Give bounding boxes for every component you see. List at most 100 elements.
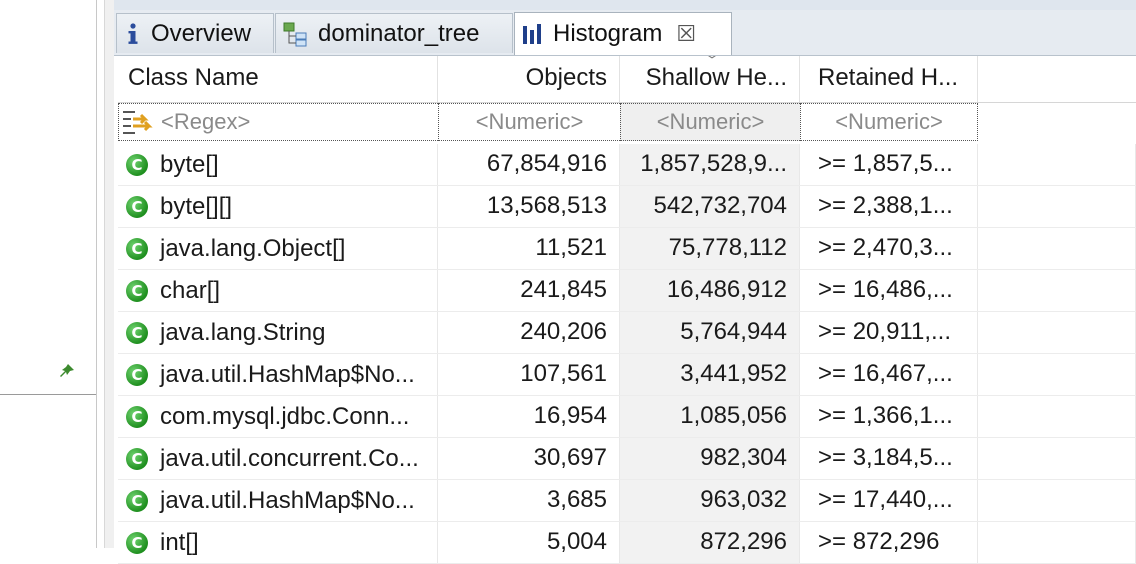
retained-heap-cell: >= 1,857,5... <box>800 144 978 185</box>
tab-label: Histogram <box>553 20 663 47</box>
close-icon[interactable]: ☒ <box>676 21 696 47</box>
tree-icon <box>282 21 310 47</box>
retained-heap-cell: >= 2,470,3... <box>800 228 978 269</box>
class-name: byte[][] <box>160 192 233 220</box>
column-header-class-name[interactable]: Class Name <box>118 56 438 102</box>
class-icon: C <box>126 279 148 302</box>
class-name-cell: Cjava.lang.String <box>118 312 438 353</box>
filler-cell <box>978 480 1136 521</box>
table-row[interactable]: Cjava.util.HashMap$No... 3,685 963,032 >… <box>118 480 1136 522</box>
class-name: com.mysql.jdbc.Conn... <box>160 402 410 430</box>
table-row[interactable]: Cjava.util.concurrent.Co... 30,697 982,3… <box>118 438 1136 480</box>
retained-heap-cell: >= 2,388,1... <box>800 186 978 227</box>
filter-filler <box>978 103 1136 141</box>
filler-cell <box>978 270 1136 311</box>
objects-cell: 11,521 <box>438 228 620 269</box>
filler-cell <box>978 438 1136 479</box>
retained-heap-cell: >= 16,467,... <box>800 354 978 395</box>
regex-filter-input[interactable]: <Regex> <box>161 104 250 140</box>
tab-overview[interactable]: Overview <box>116 13 274 53</box>
class-name-cell: Cbyte[][] <box>118 186 438 227</box>
filler-cell <box>978 312 1136 353</box>
objects-cell: 5,004 <box>438 522 620 563</box>
class-icon: C <box>126 531 148 554</box>
table-row[interactable]: Cbyte[] 67,854,916 1,857,528,9... >= 1,8… <box>118 144 1136 186</box>
class-icon: C <box>126 237 148 260</box>
objects-filter-input[interactable]: <Numeric> <box>438 103 620 141</box>
objects-cell: 67,854,916 <box>438 144 620 185</box>
retained-heap-cell: >= 20,911,... <box>800 312 978 353</box>
objects-cell: 13,568,513 <box>438 186 620 227</box>
shallow-heap-cell: 963,032 <box>620 480 800 521</box>
column-header-retained-heap[interactable]: Retained H... <box>800 56 978 102</box>
regex-filter-cell[interactable]: <Regex> <box>118 103 438 141</box>
class-name-cell: Cjava.util.HashMap$No... <box>118 354 438 395</box>
class-name-cell: Cjava.lang.Object[] <box>118 228 438 269</box>
table-row[interactable]: Cbyte[][] 13,568,513 542,732,704 >= 2,38… <box>118 186 1136 228</box>
table-row[interactable]: Cjava.util.HashMap$No... 107,561 3,441,9… <box>118 354 1136 396</box>
table-body: Cbyte[] 67,854,916 1,857,528,9... >= 1,8… <box>118 144 1136 564</box>
tab-dominator-tree[interactable]: dominator_tree <box>275 13 513 53</box>
filter-icon <box>123 111 153 134</box>
shallow-heap-cell: 75,778,112 <box>620 228 800 269</box>
objects-cell: 107,561 <box>438 354 620 395</box>
class-name-cell: Ccom.mysql.jdbc.Conn... <box>118 396 438 437</box>
class-icon: C <box>126 321 148 344</box>
class-icon: C <box>126 363 148 386</box>
class-icon: C <box>126 195 148 218</box>
class-name-cell: Cint[] <box>118 522 438 563</box>
table-row[interactable]: Cchar[] 241,845 16,486,912 >= 16,486,... <box>118 270 1136 312</box>
class-name: java.util.concurrent.Co... <box>160 444 419 472</box>
histogram-icon <box>521 22 545 46</box>
objects-cell: 240,206 <box>438 312 620 353</box>
filler-cell <box>978 354 1136 395</box>
pin-icon[interactable] <box>58 362 76 380</box>
shallow-heap-cell: 1,085,056 <box>620 396 800 437</box>
class-name: java.util.HashMap$No... <box>160 360 415 388</box>
table-row[interactable]: Cjava.lang.Object[] 11,521 75,778,112 >=… <box>118 228 1136 270</box>
filter-row: <Regex> <Numeric> <Numeric> <Numeric> <box>118 103 1136 143</box>
histogram-table: Class Name Objects ﹀ Shallow He... Retai… <box>118 56 1136 564</box>
shallow-heap-cell: 16,486,912 <box>620 270 800 311</box>
filler-cell <box>978 228 1136 269</box>
table-row[interactable]: Cint[] 5,004 872,296 >= 872,296 <box>118 522 1136 564</box>
filler-cell <box>978 396 1136 437</box>
class-name-cell: Cjava.util.HashMap$No... <box>118 480 438 521</box>
shallow-heap-cell: 5,764,944 <box>620 312 800 353</box>
retained-heap-cell: >= 17,440,... <box>800 480 978 521</box>
table-row[interactable]: Ccom.mysql.jdbc.Conn... 16,954 1,085,056… <box>118 396 1136 438</box>
column-header-filler <box>978 56 1136 102</box>
class-name: char[] <box>160 276 221 304</box>
table-row[interactable]: Cjava.lang.String 240,206 5,764,944 >= 2… <box>118 312 1136 354</box>
filler-cell <box>978 186 1136 227</box>
left-pane <box>0 0 96 548</box>
shallow-filter-input[interactable]: <Numeric> <box>620 103 800 141</box>
retained-heap-cell: >= 3,184,5... <box>800 438 978 479</box>
retained-heap-cell: >= 1,366,1... <box>800 396 978 437</box>
histogram-editor: Overview dominator_tree Histogram ☒ Clas… <box>114 0 1136 564</box>
class-icon: C <box>126 153 148 176</box>
shallow-heap-cell: 872,296 <box>620 522 800 563</box>
class-icon: C <box>126 405 148 428</box>
info-icon <box>123 22 143 46</box>
filler-cell <box>978 144 1136 185</box>
class-name-cell: Cbyte[] <box>118 144 438 185</box>
sort-descending-icon: ﹀ <box>704 56 721 70</box>
retained-filter-input[interactable]: <Numeric> <box>800 103 978 141</box>
column-header-shallow-heap[interactable]: ﹀ Shallow He... <box>620 56 800 102</box>
retained-heap-cell: >= 872,296 <box>800 522 978 563</box>
shallow-heap-cell: 3,441,952 <box>620 354 800 395</box>
tab-histogram[interactable]: Histogram ☒ <box>514 12 732 55</box>
class-name: java.lang.Object[] <box>160 234 346 262</box>
editor-tabbar: Overview dominator_tree Histogram ☒ <box>114 10 1136 56</box>
objects-cell: 241,845 <box>438 270 620 311</box>
view-separator <box>96 0 97 548</box>
retained-heap-cell: >= 16,486,... <box>800 270 978 311</box>
class-icon: C <box>126 447 148 470</box>
class-icon: C <box>126 489 148 512</box>
class-name: byte[] <box>160 150 219 178</box>
filler-cell <box>978 522 1136 563</box>
class-name: java.lang.String <box>160 318 326 346</box>
column-header-objects[interactable]: Objects <box>438 56 620 102</box>
objects-cell: 30,697 <box>438 438 620 479</box>
